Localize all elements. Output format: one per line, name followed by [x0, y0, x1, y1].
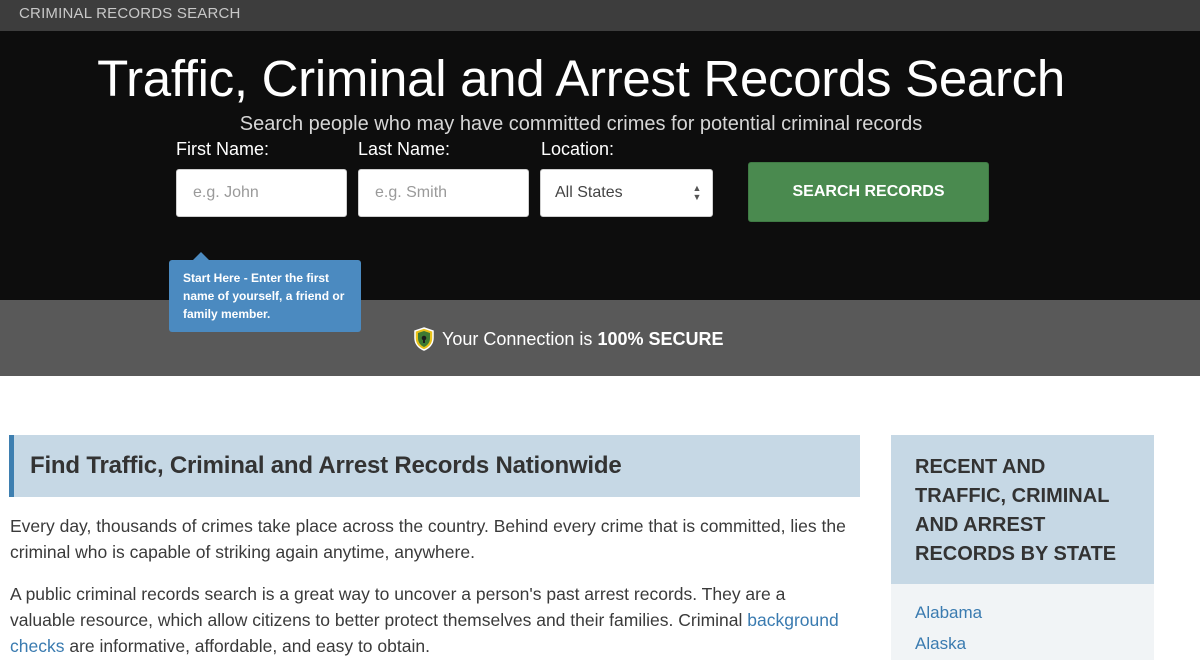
site-brand[interactable]: CRIMINAL RECORDS SEARCH: [19, 5, 241, 22]
intro-paragraph: Every day, thousands of crimes take plac…: [10, 516, 846, 562]
secure-text: Your Connection is: [442, 328, 593, 349]
location-select[interactable]: All States ▲ ▼: [540, 169, 713, 217]
state-link-alabama[interactable]: Alabama: [915, 603, 982, 623]
first-name-label: First Name:: [176, 139, 270, 159]
shield-lock-icon: [414, 327, 434, 351]
secure-text-bold: 100% SECURE: [597, 328, 724, 349]
hero-subtitle: Search people who may have committed cri…: [239, 113, 923, 135]
last-name-input[interactable]: [358, 169, 529, 217]
start-here-tooltip: Start Here - Enter the first name of you…: [169, 252, 361, 332]
top-bar: CRIMINAL RECORDS SEARCH: [0, 0, 1200, 31]
secure-connection-notice: Your Connection is 100% SECURE: [413, 326, 724, 352]
location-select-value: All States: [555, 184, 623, 201]
search-records-button[interactable]: SEARCH RECORDS: [748, 162, 989, 222]
second-paragraph: A public criminal records search is a gr…: [10, 581, 850, 659]
first-name-input[interactable]: [176, 169, 347, 217]
main-heading-panel: Find Traffic, Criminal and Arrest Record…: [9, 435, 860, 497]
main-heading: Find Traffic, Criminal and Arrest Record…: [30, 452, 622, 479]
second-paragraph-tail: are informative, affordable, and easy to…: [69, 636, 430, 656]
last-name-label: Last Name:: [358, 139, 451, 159]
second-paragraph-text: A public criminal records search is a gr…: [10, 584, 786, 630]
sidebar-heading: RECENT AND TRAFFIC, CRIMINAL AND ARREST …: [915, 456, 1117, 565]
updown-arrows-icon: ▲ ▼: [692, 183, 702, 202]
hero-title: Traffic, Criminal and Arrest Records Sea…: [97, 50, 1065, 107]
location-label: Location:: [541, 139, 615, 159]
state-link-alaska[interactable]: Alaska: [915, 634, 966, 654]
sidebar-states: RECENT AND TRAFFIC, CRIMINAL AND ARREST …: [891, 435, 1154, 660]
sidebar-heading-box: RECENT AND TRAFFIC, CRIMINAL AND ARREST …: [891, 435, 1154, 584]
